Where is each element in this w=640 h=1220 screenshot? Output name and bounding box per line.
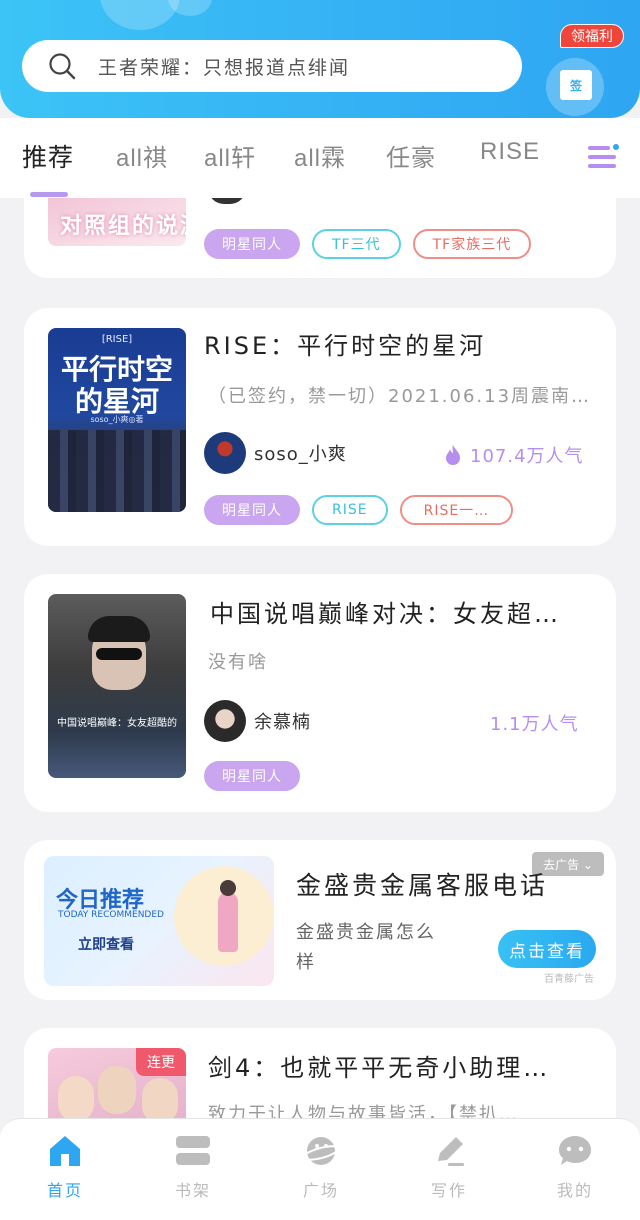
search-icon bbox=[49, 53, 76, 80]
tag-list: 明星同人 RISE RISE一… bbox=[204, 495, 514, 525]
category-tabs: 推荐 all祺 all轩 all霖 任豪 RISE bbox=[0, 118, 640, 198]
tag[interactable]: TF三代 bbox=[312, 229, 401, 259]
tab-recommend[interactable]: 推荐 bbox=[22, 138, 74, 174]
planet-icon bbox=[302, 1137, 340, 1165]
tab-all-lin[interactable]: all霖 bbox=[294, 138, 346, 173]
popularity-count: 107.4万人气 bbox=[470, 446, 584, 467]
app-header: 王者荣耀：只想报道点绯闻 签 bbox=[0, 0, 640, 118]
popularity: 107.4万人气 bbox=[444, 442, 584, 468]
story-cover[interactable]: 对照组的说漏 bbox=[48, 198, 186, 246]
tag[interactable]: 明星同人 bbox=[204, 495, 300, 525]
cover-caption: 中国说唱巅峰：女友超酷的 bbox=[57, 718, 177, 729]
nav-label: 广场 bbox=[302, 1181, 339, 1200]
story-description: 没有啥 bbox=[208, 652, 268, 673]
tab-all-xuan[interactable]: all轩 bbox=[204, 138, 256, 173]
profile-chat-icon bbox=[559, 1136, 591, 1165]
tab-rise[interactable]: RISE bbox=[480, 138, 540, 166]
tag[interactable]: RISE一… bbox=[399, 495, 514, 525]
ad-description: 金盛贵金属怎么 bbox=[296, 922, 436, 943]
nav-home[interactable]: 首页 bbox=[20, 1133, 110, 1201]
story-title[interactable]: 中国说唱巅峰对决：女友超… bbox=[210, 594, 561, 629]
ad-image-figure bbox=[218, 892, 238, 952]
flame-icon bbox=[446, 445, 460, 465]
cover-sunglasses bbox=[96, 648, 142, 660]
bookshelf-icon bbox=[176, 1136, 210, 1165]
tag-list: 明星同人 TF三代 TF家族三代 bbox=[204, 229, 532, 259]
author-avatar bbox=[204, 700, 246, 742]
ad-image[interactable]: 今日推荐 TODAY RECOMMENDED 立即查看 bbox=[44, 856, 274, 986]
story-cover[interactable]: 中国说唱巅峰：女友超酷的 bbox=[48, 594, 186, 778]
cover-text: 对照组的说漏 bbox=[60, 214, 186, 239]
ad-card[interactable]: 今日推荐 TODAY RECOMMENDED 立即查看 去广告 ⌄ 金盛贵金属客… bbox=[24, 840, 616, 1000]
active-tab-indicator bbox=[30, 192, 68, 197]
cover-person bbox=[98, 1066, 136, 1114]
gift-icon: 签 bbox=[560, 70, 592, 100]
tag-list: 明星同人 bbox=[204, 761, 300, 791]
story-title[interactable]: RISE：平行时空的星河 bbox=[204, 326, 486, 361]
cover-hair bbox=[88, 616, 150, 642]
tab-ren-hao[interactable]: 任豪 bbox=[386, 138, 436, 173]
popularity: 1.1万人气 bbox=[490, 710, 579, 736]
nav-label: 书架 bbox=[174, 1181, 211, 1200]
cover-person bbox=[142, 1078, 178, 1118]
search-placeholder: 王者荣耀：只想报道点绯闻 bbox=[98, 56, 351, 79]
ad-image-figure-head bbox=[220, 880, 236, 896]
header-bubble bbox=[168, 0, 212, 16]
story-card[interactable]: 中国说唱巅峰：女友超酷的 中国说唱巅峰对决：女友超… 没有啥 余慕楠 1.1万人… bbox=[24, 574, 616, 812]
story-card[interactable]: [RISE] 平行时空 的星河 soso_小爽◎著 RISE：平行时空的星河 （… bbox=[24, 308, 616, 546]
cover-label: [RISE] bbox=[101, 334, 133, 345]
pen-icon bbox=[438, 1137, 464, 1166]
ad-image-subtitle: TODAY RECOMMENDED bbox=[58, 910, 164, 920]
bottom-navigation: 首页 书架 广场 写作 我的 bbox=[0, 1118, 640, 1220]
story-cover[interactable]: 连更 bbox=[48, 1048, 186, 1118]
nav-label: 我的 bbox=[556, 1181, 593, 1200]
ad-description-line2: 样 bbox=[296, 952, 316, 973]
popularity-count: 1.1万人气 bbox=[490, 714, 579, 735]
header-bubble bbox=[100, 0, 180, 30]
home-icon bbox=[50, 1136, 80, 1166]
ad-title[interactable]: 金盛贵金属客服电话 bbox=[296, 866, 548, 902]
cover-author: soso_小爽◎著 bbox=[90, 415, 144, 424]
nav-plaza[interactable]: 广场 bbox=[276, 1133, 366, 1201]
search-bar[interactable]: 王者荣耀：只想报道点绯闻 bbox=[22, 40, 522, 92]
sign-in-gift-button[interactable]: 签 bbox=[544, 40, 606, 116]
nav-bookshelf[interactable]: 书架 bbox=[148, 1133, 238, 1201]
tag[interactable]: RISE bbox=[312, 495, 388, 525]
category-menu-icon[interactable] bbox=[586, 142, 620, 172]
tab-all-qi[interactable]: all祺 bbox=[116, 138, 168, 173]
update-badge: 连更 bbox=[136, 1048, 186, 1076]
story-author[interactable]: 余慕楠 bbox=[204, 700, 311, 742]
ad-source: 百青藤广告 bbox=[544, 974, 594, 985]
author-avatar bbox=[208, 198, 246, 204]
tag[interactable]: 明星同人 bbox=[204, 761, 300, 791]
author-name: 余慕楠 bbox=[254, 712, 311, 733]
nav-label: 写作 bbox=[430, 1181, 467, 1200]
cover-photo bbox=[48, 430, 186, 512]
author-avatar bbox=[204, 432, 246, 474]
tag[interactable]: TF家族三代 bbox=[412, 229, 532, 259]
welfare-badge[interactable]: 领福利 bbox=[560, 24, 624, 48]
story-description: 致力于让人物与故事皆活，【禁扒… bbox=[208, 1104, 519, 1118]
ad-image-button: 立即查看 bbox=[78, 937, 134, 953]
author-name: soso_小爽 bbox=[254, 444, 347, 465]
story-card[interactable]: 对照组的说漏 明星同人 TF三代 TF家族三代 bbox=[24, 198, 616, 278]
cover-person bbox=[58, 1076, 94, 1118]
ad-view-button[interactable]: 点击查看 bbox=[498, 930, 596, 968]
story-author[interactable]: soso_小爽 bbox=[204, 432, 347, 474]
story-cover[interactable]: [RISE] 平行时空 的星河 soso_小爽◎著 bbox=[48, 328, 186, 512]
story-card[interactable]: 连更 剑4：也就平平无奇小助理… 致力于让人物与故事皆活，【禁扒… bbox=[24, 1028, 616, 1118]
story-title[interactable]: 剑4：也就平平无奇小助理… bbox=[208, 1048, 550, 1083]
nav-label: 首页 bbox=[46, 1181, 83, 1200]
nav-profile[interactable]: 我的 bbox=[530, 1133, 620, 1201]
story-description: （已签约，禁一切）2021.06.13周震南… bbox=[208, 386, 592, 407]
feed[interactable]: 对照组的说漏 明星同人 TF三代 TF家族三代 [RISE] 平行时空 的星河 … bbox=[0, 198, 640, 1118]
nav-write[interactable]: 写作 bbox=[404, 1133, 494, 1201]
tag[interactable]: 明星同人 bbox=[204, 229, 300, 259]
